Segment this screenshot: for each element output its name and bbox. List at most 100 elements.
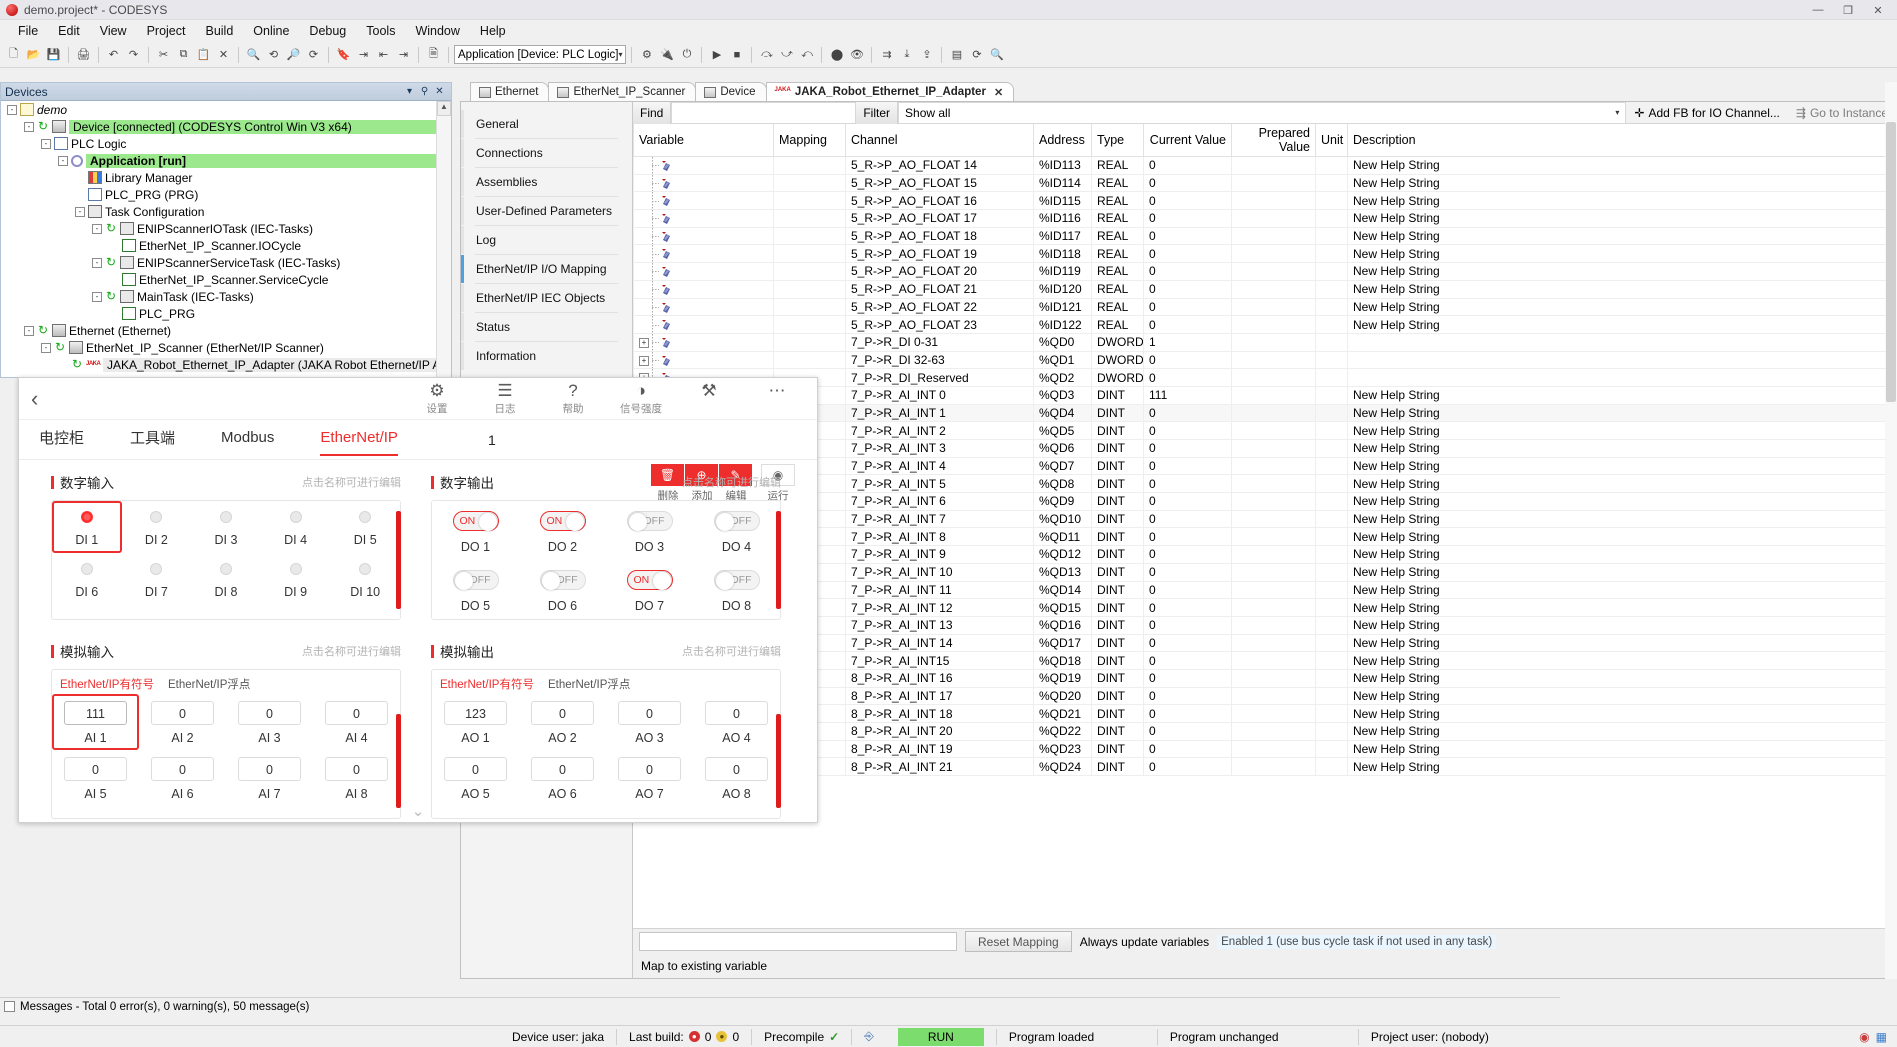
cell-unit[interactable] (1315, 403, 1348, 423)
cell-channel[interactable]: 7_P->R_AI_INT 0 (845, 385, 1034, 405)
nav-item-ethernet-ip-iec-objects[interactable]: EtherNet/IP IEC Objects (461, 284, 632, 312)
log-document-icon[interactable]: ☰ 日志 (481, 381, 529, 416)
cell-channel[interactable]: 5_R->P_AO_FLOAT 18 (845, 226, 1034, 246)
cell-unit[interactable] (1315, 686, 1348, 706)
cell-type[interactable]: DINT (1091, 757, 1144, 777)
cell-current-value[interactable]: 0 (1143, 279, 1232, 299)
start-icon[interactable]: ▶ (707, 45, 726, 64)
cell-channel[interactable]: 7_P->R_DI_Reserved (845, 368, 1034, 387)
tree-expander-icon[interactable]: - (75, 206, 85, 217)
table-row[interactable]: 5_R->P_AO_FLOAT 21 %ID120 REAL 0 New Help St… (633, 279, 1896, 299)
cell-address[interactable]: %ID119 (1033, 262, 1092, 281)
panel-menu-icon[interactable]: ▾ (402, 86, 417, 97)
table-row[interactable]: 7_P->R_AI_INT 3 %QD6 DINT 0 New Help String (633, 439, 1896, 458)
digital-input-item[interactable]: DI 8 (191, 553, 261, 605)
tree-item[interactable]: ↻ JAKA JAKA_Robot_Ethernet_IP_Adapter (JAK… (1, 356, 451, 373)
cell-description[interactable]: New Help String (1347, 226, 1896, 246)
write-values-icon[interactable]: ⇪ (917, 45, 936, 64)
print-icon[interactable]: 🖨 (74, 45, 93, 64)
column-header-address[interactable]: Address (1033, 124, 1092, 157)
cell-description[interactable]: New Help String (1347, 651, 1896, 670)
analog-input-item[interactable]: 0 AI 3 (226, 694, 313, 750)
cell-variable[interactable]: + (633, 350, 774, 370)
cell-mapping[interactable] (773, 279, 846, 299)
cell-prepared-value[interactable] (1231, 757, 1316, 777)
cell-prepared-value[interactable] (1231, 244, 1316, 264)
cell-current-value[interactable]: 0 (1143, 686, 1232, 706)
cell-prepared-value[interactable] (1231, 191, 1316, 211)
tree-item[interactable]: - Application [run] (1, 152, 451, 169)
find-in-project-icon[interactable]: 🔎 (284, 45, 303, 64)
cell-variable[interactable] (633, 244, 774, 264)
table-row[interactable]: 7_P->R_AI_INT 13 %QD16 DINT 0 New Help Strin… (633, 615, 1896, 635)
tree-item[interactable]: - ↻ EtherNet_IP_Scanner (EtherNet/IP Scann… (1, 339, 451, 356)
nav-item-information[interactable]: Information (461, 342, 632, 370)
tree-expander-icon[interactable]: - (92, 257, 102, 268)
cell-unit[interactable] (1315, 598, 1348, 617)
analog-input-item[interactable]: 0 AI 7 (226, 750, 313, 806)
analog-value-box[interactable]: 0 (705, 701, 768, 725)
cell-address[interactable]: %QD11 (1033, 527, 1092, 547)
cell-description[interactable]: New Help String (1347, 562, 1896, 582)
devices-tree[interactable]: - demo - ↻ Device [connected] (CODESYS Contr… (1, 101, 451, 377)
cell-description[interactable]: New Help String (1347, 421, 1896, 440)
analog-value-box[interactable]: 0 (325, 701, 388, 725)
cell-type[interactable]: DINT (1091, 385, 1144, 405)
cell-prepared-value[interactable] (1231, 385, 1316, 405)
analog-value-box[interactable]: 0 (238, 701, 301, 725)
cell-current-value[interactable]: 0 (1143, 191, 1232, 211)
table-row[interactable]: 7_P->R_AI_INT 2 %QD5 DINT 0 New Help String (633, 421, 1896, 440)
cell-address[interactable]: %QD18 (1033, 651, 1092, 670)
table-row[interactable]: 5_R->P_AO_FLOAT 22 %ID121 REAL 0 New Help St… (633, 297, 1896, 317)
cell-type[interactable]: DINT (1091, 509, 1144, 529)
previous-bookmark-icon[interactable]: ⇤ (374, 45, 393, 64)
cell-current-value[interactable]: 0 (1143, 739, 1232, 759)
table-row[interactable]: +7_P->R_DI_Reserved%QD2DWORD0 (633, 368, 1896, 387)
cell-current-value[interactable]: 0 (1143, 403, 1232, 423)
analog-value-box[interactable]: 0 (705, 757, 768, 781)
tree-expander-icon[interactable]: - (58, 155, 68, 166)
table-row[interactable]: 5_R->P_AO_FLOAT 14 %ID113 REAL 0 New Help St… (633, 156, 1896, 175)
cell-address[interactable]: %QD16 (1033, 615, 1092, 635)
cell-type[interactable]: DINT (1091, 739, 1144, 759)
menu-item-view[interactable]: View (90, 22, 137, 40)
table-row[interactable]: 7_P->R_AI_INT 14 %QD17 DINT 0 New Help Strin… (633, 633, 1896, 653)
cell-description[interactable]: New Help String (1347, 297, 1896, 317)
editor-tab-ethernet-ip-scanner[interactable]: EtherNet_IP_Scanner (548, 82, 697, 101)
tree-item[interactable]: - ↻ Ethernet (Ethernet) (1, 322, 451, 339)
cell-current-value[interactable]: 1 (1143, 332, 1232, 352)
tree-item[interactable]: - ↻ ENIPScannerServiceTask (IEC-Tasks) (1, 254, 451, 271)
cell-channel[interactable]: 7_P->R_AI_INT 7 (845, 509, 1034, 529)
force-icon[interactable]: ⤓ (897, 45, 916, 64)
cell-address[interactable]: %QD4 (1033, 403, 1092, 423)
cell-prepared-value[interactable] (1231, 633, 1316, 653)
cell-description[interactable]: New Help String (1347, 244, 1896, 264)
cell-mapping[interactable] (773, 297, 846, 317)
analog-value-box[interactable]: 0 (444, 757, 507, 781)
cell-type[interactable]: DINT (1091, 474, 1144, 494)
save-icon[interactable]: 💾 (44, 45, 63, 64)
cell-address[interactable]: %QD22 (1033, 722, 1092, 741)
cell-current-value[interactable]: 0 (1143, 209, 1232, 228)
cell-type[interactable]: DINT (1091, 598, 1144, 617)
table-row[interactable]: 5_R->P_AO_FLOAT 17 %ID116 REAL 0 New Help St… (633, 209, 1896, 228)
cell-address[interactable]: %QD20 (1033, 686, 1092, 706)
cell-description[interactable]: New Help String (1347, 191, 1896, 211)
cell-prepared-value[interactable] (1231, 421, 1316, 440)
tree-item[interactable]: - Task Configuration (1, 203, 451, 220)
cell-address[interactable]: %QD24 (1033, 757, 1092, 777)
cell-unit[interactable] (1315, 315, 1348, 334)
nav-item-user-defined-parameters[interactable]: User-Defined Parameters (461, 197, 632, 225)
cell-type[interactable]: DINT (1091, 668, 1144, 688)
column-header-current-value[interactable]: Current Value (1143, 124, 1232, 157)
cell-description[interactable]: New Help String (1347, 668, 1896, 688)
display-mode-icon[interactable]: ▤ (947, 45, 966, 64)
table-row[interactable]: 7_P->R_AI_INT 6 %QD9 DINT 0 New Help String (633, 492, 1896, 511)
close-icon[interactable]: ✕ (1863, 4, 1893, 17)
flow-control-icon[interactable]: ⇉ (877, 45, 896, 64)
digital-input-item[interactable]: DI 9 (261, 553, 331, 605)
back-chevron-icon[interactable]: ‹ (31, 386, 71, 412)
do-toggle-switch[interactable]: OFF (713, 511, 760, 531)
cell-current-value[interactable]: 0 (1143, 562, 1232, 582)
cell-variable[interactable] (633, 226, 774, 246)
